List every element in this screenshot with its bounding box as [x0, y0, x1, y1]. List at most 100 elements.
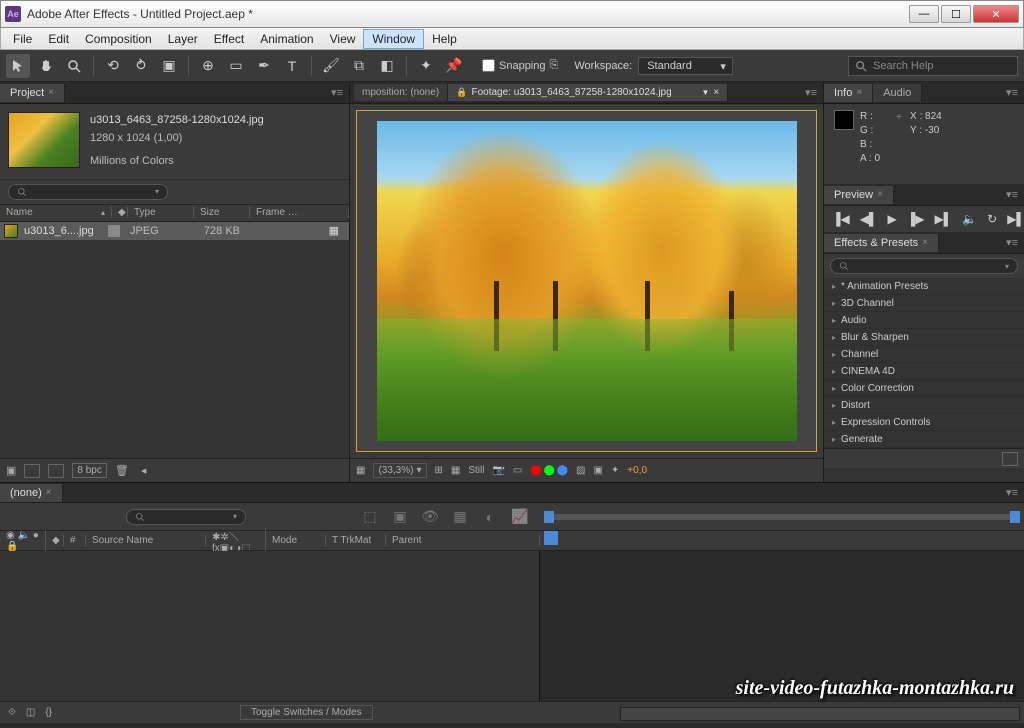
menu-effect[interactable]: Effect: [206, 30, 252, 48]
row-tag-swatch[interactable]: [108, 225, 120, 237]
first-frame-button[interactable]: ▐◀: [832, 212, 850, 226]
alpha-toggle-icon[interactable]: ▦: [356, 465, 365, 476]
tab-composition-none[interactable]: mposition: (none): [354, 84, 448, 101]
hide-shy-icon[interactable]: 👁: [418, 505, 442, 529]
rotation-tool[interactable]: ⥁: [129, 54, 153, 78]
grid-icon[interactable]: ▦: [451, 465, 460, 476]
col-frame[interactable]: Frame …: [250, 207, 349, 218]
trash-icon[interactable]: 🗑: [115, 464, 129, 477]
time-ruler[interactable]: [540, 531, 1024, 551]
new-bin-icon[interactable]: [1002, 452, 1018, 466]
show-snapshot-icon[interactable]: ▭: [513, 465, 522, 476]
clone-tool[interactable]: ⧉: [347, 54, 371, 78]
timeline-layer-list[interactable]: [0, 551, 540, 701]
menu-help[interactable]: Help: [424, 30, 465, 48]
orbit-tool[interactable]: ⟲: [101, 54, 125, 78]
brush-tool[interactable]: 🖌: [319, 54, 343, 78]
col-source[interactable]: Source Name: [86, 535, 206, 546]
panel-menu-icon[interactable]: ▾≡: [1000, 86, 1024, 99]
play-button[interactable]: ▶: [887, 212, 896, 226]
tab-effects-presets[interactable]: Effects & Presets ×: [824, 234, 939, 252]
tag-icon[interactable]: ◆: [112, 207, 128, 218]
toggle-switches-button[interactable]: Toggle Switches / Modes: [240, 705, 373, 720]
rectangle-tool[interactable]: ▭: [224, 54, 248, 78]
graph-editor-icon[interactable]: 📈: [508, 505, 532, 529]
col-type[interactable]: Type: [128, 207, 194, 218]
tl-toggle-icon3[interactable]: {}: [45, 707, 52, 718]
timeline-search-input[interactable]: ▾: [126, 509, 246, 525]
close-icon[interactable]: ×: [48, 87, 54, 98]
bpc-button[interactable]: 8 bpc: [72, 463, 106, 478]
new-folder-button[interactable]: [24, 464, 40, 478]
effect-category[interactable]: Blur & Sharpen: [824, 329, 1024, 346]
playhead[interactable]: [544, 531, 558, 545]
menu-layer[interactable]: Layer: [160, 30, 206, 48]
col-mode[interactable]: Mode: [266, 535, 326, 546]
selection-tool[interactable]: [6, 54, 30, 78]
col-size[interactable]: Size: [194, 207, 250, 218]
effects-search-input[interactable]: ▾: [830, 258, 1018, 274]
camera-tool[interactable]: ▣: [157, 54, 181, 78]
viewer-panel[interactable]: [350, 104, 823, 458]
channel-icon[interactable]: ⬤: [530, 465, 541, 476]
chevron-down-icon[interactable]: ▼: [702, 88, 710, 97]
effect-category[interactable]: Audio: [824, 312, 1024, 329]
menu-edit[interactable]: Edit: [40, 30, 77, 48]
menu-window[interactable]: Window: [363, 29, 424, 49]
project-row[interactable]: u3013_6....jpg JPEG 728 KB ▦: [0, 222, 349, 240]
puppet-tool[interactable]: 📌: [442, 54, 466, 78]
search-help-input[interactable]: Search Help: [848, 56, 1018, 76]
effect-category[interactable]: Color Correction: [824, 380, 1024, 397]
panel-menu-icon[interactable]: ▾≡: [799, 86, 823, 99]
draft3d-icon[interactable]: ▣: [388, 505, 412, 529]
transparency-icon[interactable]: ▨: [576, 465, 585, 476]
motion-blur-icon[interactable]: ◐: [478, 505, 502, 529]
maximize-button[interactable]: ☐: [941, 5, 971, 23]
ram-preview-button[interactable]: ▶▌: [1007, 212, 1024, 226]
effect-category[interactable]: CINEMA 4D: [824, 363, 1024, 380]
region-icon[interactable]: ▣: [593, 465, 602, 476]
exposure-value[interactable]: +0,0: [627, 465, 647, 476]
exposure-icon[interactable]: ✦: [611, 465, 619, 476]
safe-zones-icon[interactable]: ⊞: [435, 465, 443, 476]
project-list[interactable]: u3013_6....jpg JPEG 728 KB ▦: [0, 222, 349, 458]
new-comp-button[interactable]: [48, 464, 64, 478]
timeline-zoom-scrollbar[interactable]: [620, 707, 1020, 721]
tab-info[interactable]: Info ×: [824, 84, 873, 102]
panel-menu-icon[interactable]: ▾≡: [1000, 188, 1024, 201]
type-tool[interactable]: T: [280, 54, 304, 78]
col-trkmat[interactable]: T TrkMat: [326, 535, 386, 546]
effect-category[interactable]: * Animation Presets: [824, 278, 1024, 295]
menu-view[interactable]: View: [322, 30, 364, 48]
row-flowchart-icon[interactable]: ▦: [323, 224, 345, 237]
last-frame-button[interactable]: ▶▌: [934, 212, 952, 226]
hand-tool[interactable]: [34, 54, 58, 78]
panel-menu-icon[interactable]: ▾≡: [325, 86, 349, 99]
timeline-track-area[interactable]: [540, 551, 1024, 701]
resolution-dropdown[interactable]: Still: [468, 465, 484, 476]
panel-menu-icon[interactable]: ▾≡: [1000, 236, 1024, 249]
sort-icon[interactable]: ▴: [101, 208, 105, 217]
effect-category[interactable]: 3D Channel: [824, 295, 1024, 312]
next-frame-button[interactable]: ▐▶: [907, 212, 925, 226]
effect-category[interactable]: Generate: [824, 431, 1024, 448]
pen-tool[interactable]: ✒: [252, 54, 276, 78]
snapshot-icon[interactable]: 📷: [492, 465, 504, 476]
col-num[interactable]: #: [64, 535, 86, 546]
menu-file[interactable]: File: [5, 30, 40, 48]
frame-blend-icon[interactable]: ▦: [448, 505, 472, 529]
tab-audio[interactable]: Audio: [873, 84, 922, 102]
roto-tool[interactable]: ✦: [414, 54, 438, 78]
interpret-icon[interactable]: ▣: [6, 464, 16, 477]
snapping-toggle[interactable]: Snapping ⎘: [482, 59, 558, 72]
tl-toggle-icon[interactable]: ⟐: [8, 707, 16, 718]
panel-menu-icon[interactable]: ▾≡: [1000, 486, 1024, 499]
mute-button[interactable]: 🔈: [962, 212, 977, 226]
prev-frame-button[interactable]: ◀▌: [860, 212, 878, 226]
close-icon[interactable]: ×: [713, 87, 719, 98]
effect-category[interactable]: Channel: [824, 346, 1024, 363]
snapping-checkbox[interactable]: [482, 59, 495, 72]
tab-preview[interactable]: Preview ×: [824, 186, 894, 204]
tab-timeline-none[interactable]: (none) ×: [0, 484, 63, 502]
tl-toggle-icon2[interactable]: ◫: [26, 707, 35, 718]
